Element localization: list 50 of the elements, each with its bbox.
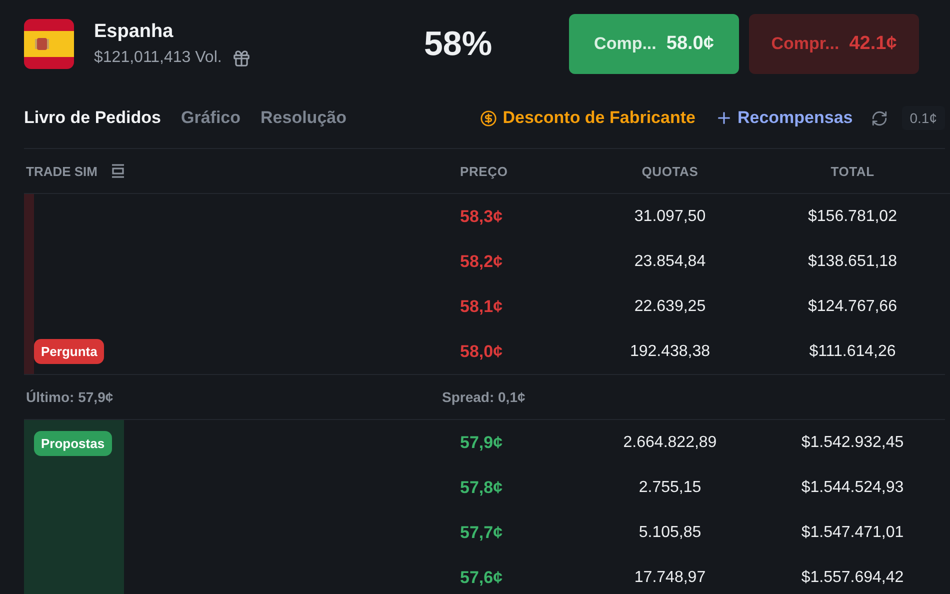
shares-cell-text: 2.664.822,89 <box>622 434 718 452</box>
shares-cell-text: 23.854,84 <box>633 252 707 270</box>
side-label: Propostas <box>34 431 112 456</box>
spread-text: Spread: 0,1¢ <box>441 389 526 405</box>
column-header: QUOTAS <box>640 164 700 178</box>
side-label: Pergunta <box>34 339 104 364</box>
last-price: Último: 57,9¢ <box>25 389 114 405</box>
price-cell-text: 58,0¢ <box>459 342 504 362</box>
column-header: TRADE SIM <box>26 164 98 178</box>
chance-percent: 58% <box>424 24 494 64</box>
discount-link[interactable]: Desconto de Fabricante <box>480 108 696 128</box>
total-cell-text: $111.614,26 <box>808 342 897 360</box>
total-cell-text: $124.767,66 <box>807 298 898 316</box>
center-icon[interactable] <box>110 163 126 179</box>
tab[interactable]: Gráfico <box>180 108 241 128</box>
total-cell-text: $1.557.694,42 <box>800 568 905 586</box>
depth-bar <box>24 194 34 239</box>
price-cell-text: 57,6¢ <box>459 568 504 588</box>
price-cell-text: 58,1¢ <box>459 296 504 316</box>
shares-cell-text: 192.438,38 <box>628 342 712 360</box>
total-cell-text: $1.542.932,45 <box>800 434 905 452</box>
price-cell-text: 57,8¢ <box>459 478 504 498</box>
shares-cell-text: 22.639,25 <box>633 298 707 316</box>
total-cell-text: $156.781,02 <box>807 208 898 226</box>
shares-cell-text: 5.105,85 <box>638 524 702 542</box>
shares-cell-text: 17.748,97 <box>633 568 707 586</box>
spain-flag-icon <box>24 19 74 69</box>
volume-text: $121,011,413 Vol. <box>94 49 222 67</box>
depth-bar <box>24 329 34 374</box>
tab[interactable]: Resolução <box>260 108 346 128</box>
dollar-coin-icon <box>480 110 497 126</box>
tick-size[interactable]: 0.1¢ <box>902 106 945 130</box>
market-name: Espanha <box>94 20 174 42</box>
price-cell-text: 58,3¢ <box>459 206 504 226</box>
total-cell-text: $1.544.524,93 <box>800 478 905 496</box>
shares-cell-text: 2.755,15 <box>638 478 702 496</box>
total-cell-text: $138.651,18 <box>807 252 898 270</box>
column-header: TOTAL <box>830 164 876 178</box>
buy-button[interactable]: Comp... 58.0¢ <box>569 14 739 74</box>
tab[interactable]: Livro de Pedidos <box>24 108 161 128</box>
gift-icon[interactable] <box>232 48 251 68</box>
total-cell-text: $1.547.471,01 <box>800 524 905 542</box>
column-header: PREÇO <box>459 164 509 178</box>
shares-cell-text: 31.097,50 <box>633 208 707 226</box>
price-cell-text: 57,7¢ <box>459 522 504 542</box>
price-cell-text: 58,2¢ <box>459 252 504 272</box>
refresh-icon[interactable] <box>870 110 888 126</box>
buy-button[interactable]: Compr... 42.1¢ <box>749 14 919 74</box>
rewards-link[interactable]: Recompensas <box>715 108 853 128</box>
price-cell-text: 57,9¢ <box>459 432 504 452</box>
